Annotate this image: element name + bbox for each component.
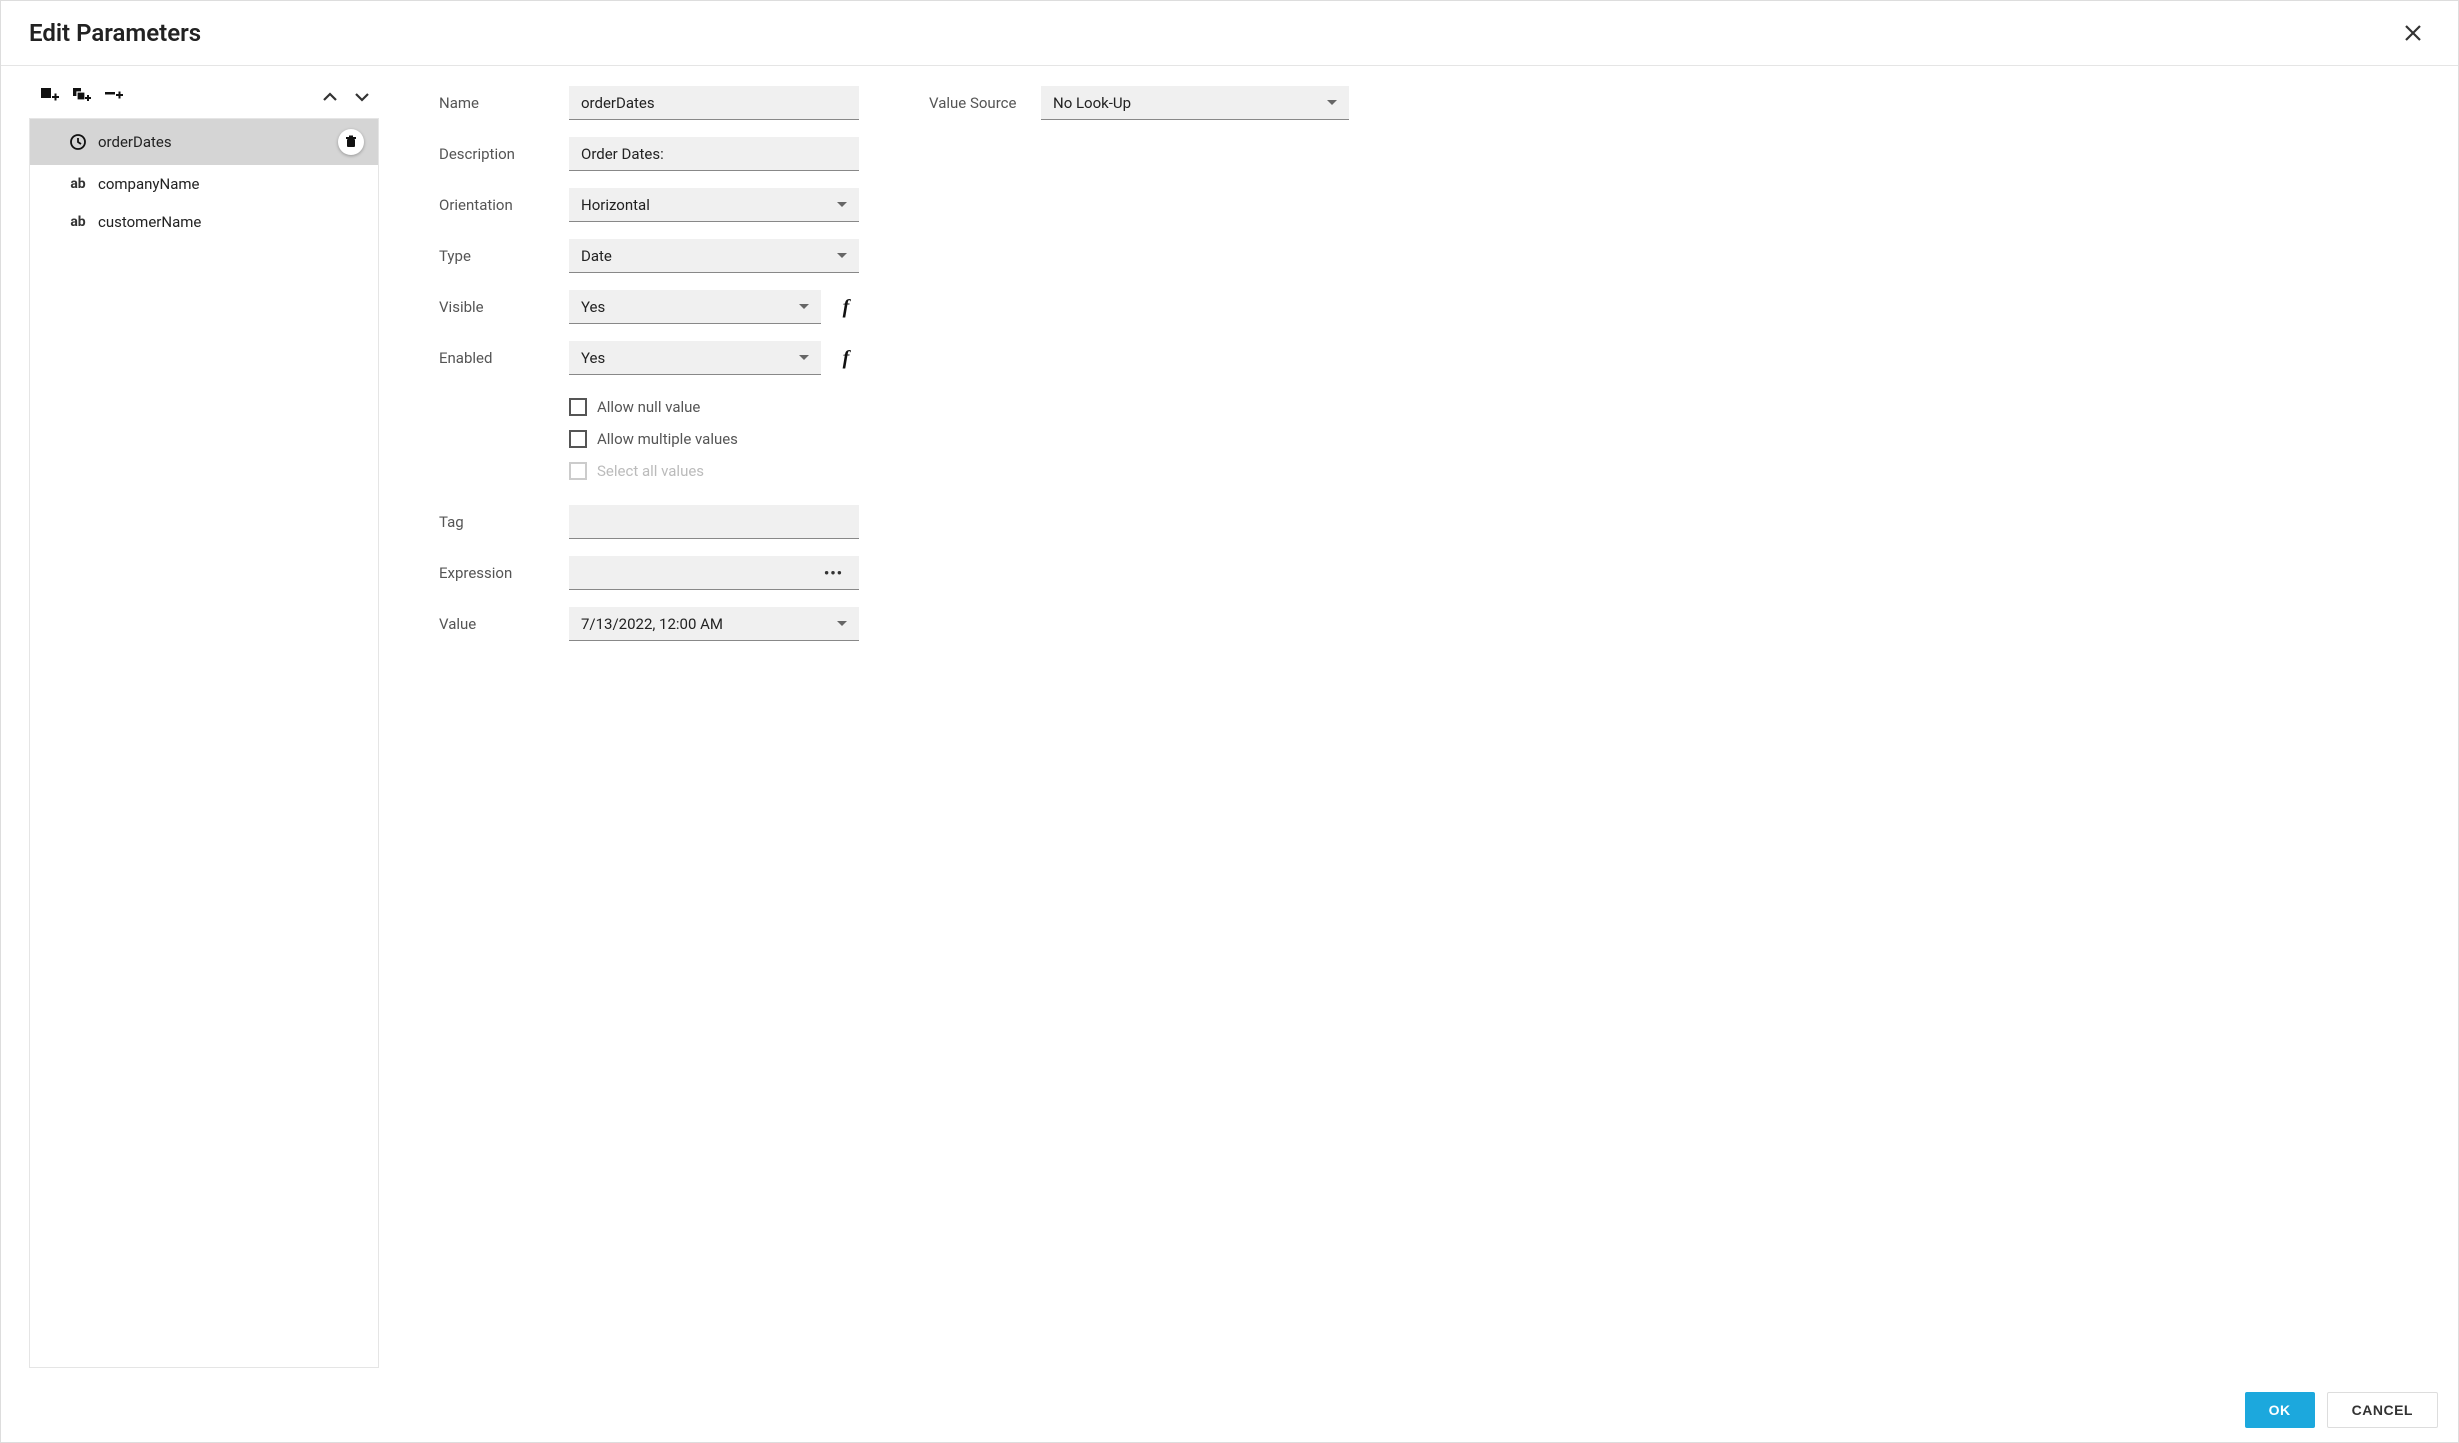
description-value: Order Dates: (581, 145, 664, 163)
caret-down-icon (1327, 100, 1337, 105)
type-select[interactable]: Date (569, 239, 859, 273)
dialog-title: Edit Parameters (29, 19, 201, 47)
parameters-toolbar (29, 86, 379, 118)
chevron-up-icon (322, 89, 338, 105)
value-source-select[interactable]: No Look-Up (1041, 86, 1349, 120)
param-label: orderDates (98, 133, 328, 151)
param-item-orderdates[interactable]: orderDates (30, 119, 378, 165)
fx-icon: f (843, 347, 850, 370)
type-value: Date (581, 247, 612, 265)
param-item-companyname[interactable]: ab companyName (30, 165, 378, 203)
enabled-select[interactable]: Yes (569, 341, 821, 375)
delete-parameter-button[interactable] (338, 129, 364, 155)
label-tag: Tag (439, 513, 557, 531)
expression-input[interactable]: ••• (569, 556, 859, 590)
label-value: Value (439, 615, 557, 633)
caret-down-icon (837, 621, 847, 626)
chevron-down-icon (354, 89, 370, 105)
label-allow-multiple: Allow multiple values (597, 430, 738, 448)
label-description: Description (439, 145, 557, 163)
close-icon (2404, 24, 2422, 42)
label-name: Name (439, 94, 557, 112)
caret-down-icon (799, 355, 809, 360)
param-label: companyName (98, 175, 364, 193)
orientation-value: Horizontal (581, 196, 650, 214)
ellipsis-icon: ••• (824, 564, 843, 582)
add-separator-button[interactable] (103, 86, 125, 108)
tag-input[interactable] (569, 505, 859, 539)
separator-icon (105, 88, 123, 106)
edit-parameters-dialog: Edit Parameters (0, 0, 2459, 1443)
form-col-main: Name orderDates Description Order Dates:… (439, 86, 859, 1368)
label-select-all: Select all values (597, 462, 704, 480)
label-orientation: Orientation (439, 196, 557, 214)
enabled-expression-button[interactable]: f (833, 345, 859, 371)
label-enabled: Enabled (439, 349, 557, 367)
orientation-select[interactable]: Horizontal (569, 188, 859, 222)
caret-down-icon (837, 253, 847, 258)
trash-icon (344, 135, 358, 149)
visible-select[interactable]: Yes (569, 290, 821, 324)
add-icon (41, 88, 59, 106)
allow-null-checkbox[interactable] (569, 398, 587, 416)
clone-icon (73, 88, 91, 106)
param-label: customerName (98, 213, 364, 231)
parameters-list: orderDates ab companyName (29, 118, 379, 1368)
label-expression: Expression (439, 564, 557, 582)
dialog-body: orderDates ab companyName (1, 66, 2458, 1378)
label-visible: Visible (439, 298, 557, 316)
string-icon: ab (68, 214, 88, 230)
string-icon: ab (68, 176, 88, 192)
dialog-header: Edit Parameters (1, 1, 2458, 66)
visible-expression-button[interactable]: f (833, 294, 859, 320)
value-select[interactable]: 7/13/2022, 12:00 AM (569, 607, 859, 641)
fx-icon: f (843, 296, 850, 319)
clock-icon (68, 133, 88, 151)
caret-down-icon (837, 202, 847, 207)
value-source-value: No Look-Up (1053, 94, 1131, 112)
close-button[interactable] (2396, 20, 2430, 46)
label-value-source: Value Source (929, 94, 1029, 112)
visible-value: Yes (581, 298, 605, 316)
label-type: Type (439, 247, 557, 265)
ok-button[interactable]: OK (2245, 1392, 2315, 1428)
parameter-form: Name orderDates Description Order Dates:… (439, 86, 2430, 1368)
allow-multiple-checkbox[interactable] (569, 430, 587, 448)
name-value: orderDates (581, 94, 655, 112)
caret-down-icon (799, 304, 809, 309)
parameters-panel: orderDates ab companyName (29, 86, 379, 1368)
add-parameter-button[interactable] (39, 86, 61, 108)
param-item-customername[interactable]: ab customerName (30, 203, 378, 241)
select-all-checkbox (569, 462, 587, 480)
name-input[interactable]: orderDates (569, 86, 859, 120)
move-down-button[interactable] (351, 86, 373, 108)
expression-edit-button[interactable]: ••• (820, 564, 847, 582)
cancel-button[interactable]: CANCEL (2327, 1392, 2438, 1428)
value-value: 7/13/2022, 12:00 AM (581, 615, 723, 633)
move-up-button[interactable] (319, 86, 341, 108)
dialog-footer: OK CANCEL (1, 1378, 2458, 1442)
description-input[interactable]: Order Dates: (569, 137, 859, 171)
enabled-value: Yes (581, 349, 605, 367)
clone-parameter-button[interactable] (71, 86, 93, 108)
form-col-right: Value Source No Look-Up (929, 86, 1349, 1368)
label-allow-null: Allow null value (597, 398, 700, 416)
